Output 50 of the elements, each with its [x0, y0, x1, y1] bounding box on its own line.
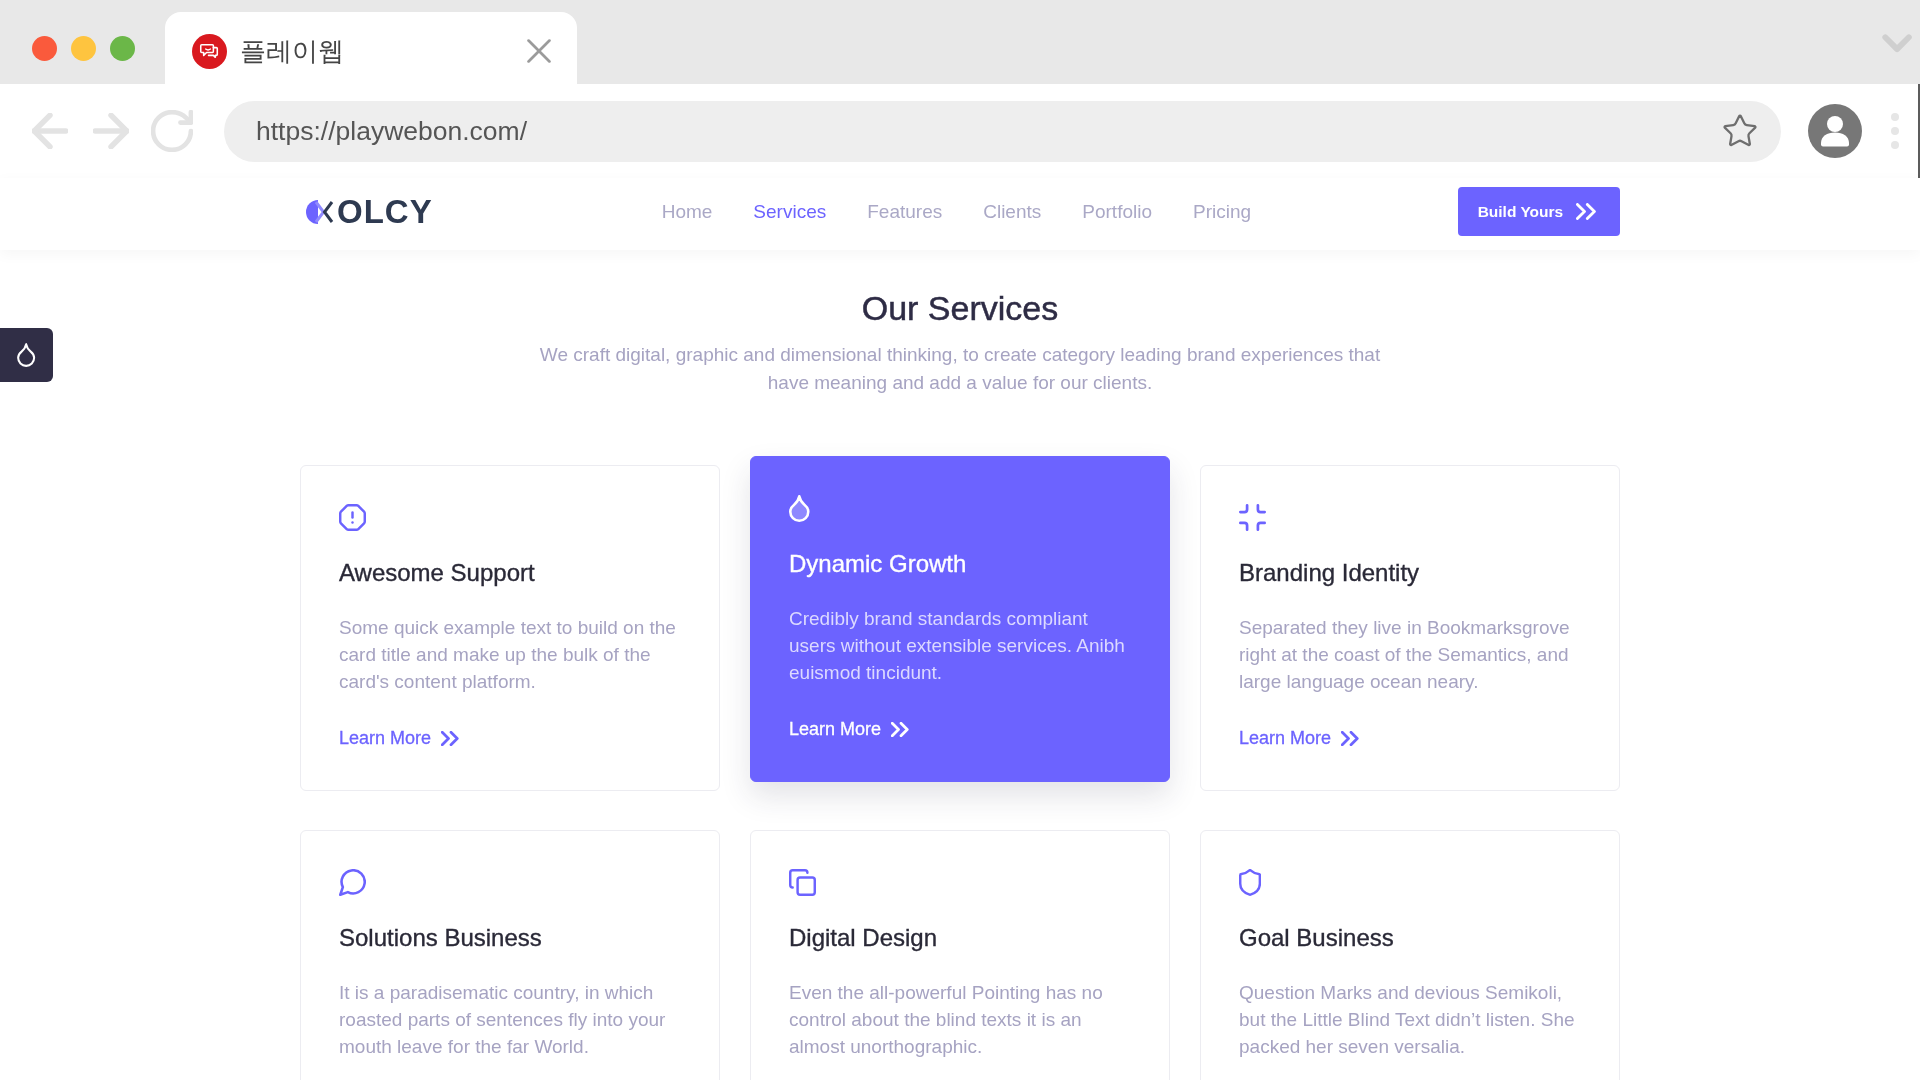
- minimize-icon: [1239, 504, 1266, 531]
- speech-bubble-icon: [339, 869, 366, 896]
- card-title: Digital Design: [789, 923, 938, 953]
- build-yours-button[interactable]: Build Yours: [1457, 187, 1620, 236]
- logo-text: OLCY: [337, 195, 433, 228]
- nav-link[interactable]: Clients: [983, 199, 1042, 224]
- chevron-down-icon[interactable]: [1881, 34, 1912, 53]
- section-title: Our Services: [861, 288, 1059, 329]
- double-chevron-icon: [441, 730, 459, 746]
- star-icon[interactable]: [1723, 114, 1757, 148]
- double-chevron-icon: [1576, 203, 1596, 220]
- window-minimize-button[interactable]: [71, 36, 96, 61]
- card-text: Separated they live in Bookmarksgrove right at the coast of the Semantics, and large language ocean neary.: [1239, 616, 1571, 694]
- droplet-icon: [17, 343, 36, 367]
- droplet-icon: [789, 495, 810, 522]
- section-subtitle: We craft digital, graphic and dimensional thinking, to create category leading brand experiences that have meaning and add a value for our clients.: [538, 343, 1382, 395]
- card-text: It is a paradisematic country, in which roasted parts of sentences fly into your mouth leave for the far World.: [339, 981, 667, 1059]
- side-panel-button[interactable]: [0, 328, 53, 382]
- learn-more-link[interactable]: Learn More: [339, 726, 459, 750]
- close-icon[interactable]: [527, 39, 551, 63]
- window-close-button[interactable]: [32, 36, 57, 61]
- learn-more-link[interactable]: Learn More: [789, 717, 909, 741]
- card-title: Solutions Business: [339, 923, 542, 953]
- reload-icon[interactable]: [151, 110, 193, 152]
- double-chevron-icon: [1341, 730, 1359, 746]
- card-title: Awesome Support: [339, 558, 535, 588]
- nav-link[interactable]: Home: [661, 199, 713, 224]
- learn-more-link[interactable]: Learn More: [1239, 726, 1359, 750]
- card-title: Branding Identity: [1239, 558, 1420, 588]
- address-bar[interactable]: https://playwebon.com/: [224, 100, 1781, 162]
- card-text: Even the all-powerful Pointing has no control about the blind texts it is an almost unorthographic.: [789, 981, 1104, 1059]
- browser-tab[interactable]: 플레이웹: [165, 12, 577, 84]
- logo-mark-icon: [306, 199, 334, 224]
- nav-link[interactable]: Portfolio: [1082, 199, 1152, 224]
- shield-icon: [1239, 869, 1262, 896]
- card-title: Dynamic Growth: [789, 549, 967, 579]
- window-maximize-button[interactable]: [110, 36, 135, 61]
- card-text: Some quick example text to build on the card title and make up the bulk of the card's content platform.: [339, 616, 677, 694]
- copy-icon: [789, 869, 816, 896]
- more-menu-icon[interactable]: [1891, 113, 1899, 149]
- card-text: Credibly brand standards compliant users without extensible services. Anibh euismod tincidunt.: [789, 607, 1126, 685]
- chat-logo-icon: [192, 33, 227, 69]
- nav-link[interactable]: Pricing: [1193, 199, 1252, 224]
- card-title: Goal Business: [1239, 923, 1394, 953]
- double-chevron-icon: [891, 721, 909, 737]
- profile-avatar-icon[interactable]: [1808, 104, 1862, 158]
- card-text: Question Marks and devious Semikoli, but the Little Blind Text didn’t listen. She packed her seven versalia.: [1239, 981, 1576, 1059]
- nav-link[interactable]: Services: [753, 199, 827, 224]
- octagon-exclamation-icon: [339, 504, 366, 531]
- nav-link[interactable]: Features: [867, 199, 943, 224]
